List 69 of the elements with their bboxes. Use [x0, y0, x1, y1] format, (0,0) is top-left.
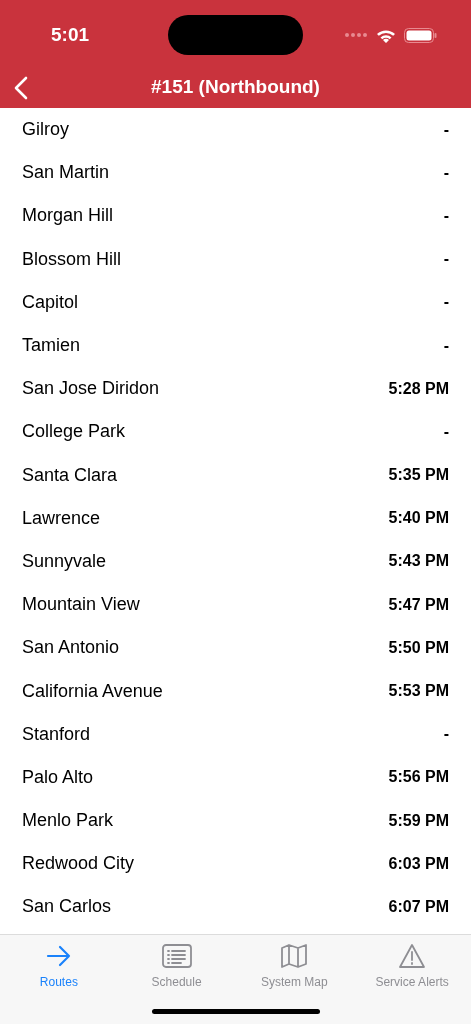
stop-name: Santa Clara	[22, 463, 118, 487]
stop-row[interactable]: Palo Alto 5:56 PM	[0, 755, 471, 799]
stop-name: Blossom Hill	[22, 247, 122, 271]
chevron-left-icon	[14, 76, 28, 100]
stop-time: -	[443, 249, 449, 270]
warning-icon	[398, 943, 427, 969]
stop-time: 5:28 PM	[388, 378, 449, 399]
stop-name: Stanford	[22, 722, 91, 746]
stop-name: San Jose Diridon	[22, 377, 160, 401]
stop-time: 5:47 PM	[388, 594, 449, 615]
stop-row[interactable]: Tamien -	[0, 323, 471, 368]
stop-row[interactable]: Santa Clara 5:35 PM	[0, 453, 471, 497]
stop-time: -	[443, 119, 449, 140]
stop-row[interactable]: Menlo Park 5:59 PM	[0, 799, 471, 843]
stop-name: Capitol	[22, 290, 79, 314]
wifi-icon	[376, 27, 396, 43]
stop-row[interactable]: Sunnyvale 5:43 PM	[0, 539, 471, 584]
stop-name: Redwood City	[22, 852, 135, 876]
status-time: 5:01	[50, 22, 90, 47]
stop-time: 5:35 PM	[388, 465, 449, 486]
back-button[interactable]	[12, 74, 30, 102]
stop-time: 5:40 PM	[388, 508, 449, 529]
stop-row[interactable]: Redwood City 6:03 PM	[0, 842, 471, 886]
battery-icon	[404, 27, 437, 43]
stop-name: Lawrence	[22, 506, 101, 530]
stop-time: 5:43 PM	[388, 551, 449, 572]
stop-name: Menlo Park	[22, 809, 114, 833]
stop-row[interactable]: Lawrence 5:40 PM	[0, 496, 471, 540]
stop-row[interactable]: San Jose Diridon 5:28 PM	[0, 367, 471, 411]
stop-time: 5:50 PM	[388, 637, 449, 658]
stop-time: 5:56 PM	[388, 767, 449, 788]
stop-name: San Carlos	[22, 895, 112, 919]
stop-time: -	[443, 205, 449, 226]
stop-name: Tamien	[22, 334, 81, 358]
stop-time: -	[443, 292, 449, 313]
stop-row[interactable]: San Antonio 5:50 PM	[0, 626, 471, 670]
arrow-icon	[45, 945, 72, 967]
signal-icon	[344, 32, 368, 38]
stop-row[interactable]: California Avenue 5:53 PM	[0, 669, 471, 713]
map-icon	[280, 943, 309, 969]
stop-row[interactable]: San Martin -	[0, 151, 471, 195]
stop-name: Sunnyvale	[22, 549, 107, 573]
stop-name: Morgan Hill	[22, 204, 114, 228]
stop-row[interactable]: Mountain View 5:47 PM	[0, 583, 471, 627]
nav-title: #151 (Northbound)	[151, 74, 320, 99]
stop-row[interactable]: Blossom Hill -	[0, 237, 471, 281]
stop-name: College Park	[22, 420, 126, 444]
stop-time: 5:53 PM	[388, 681, 449, 702]
stop-time: 6:03 PM	[388, 853, 449, 874]
stop-name: San Antonio	[22, 636, 120, 660]
stop-time: 5:59 PM	[388, 810, 449, 831]
list-icon	[161, 944, 192, 968]
stop-name: San Martin	[22, 161, 110, 185]
stop-name: Gilroy	[22, 118, 69, 142]
stop-time: 6:07 PM	[388, 896, 449, 917]
stop-name: Mountain View	[22, 593, 140, 617]
stop-row[interactable]: Morgan Hill -	[0, 194, 471, 238]
stop-row[interactable]: College Park -	[0, 410, 471, 454]
stop-time: -	[443, 335, 449, 356]
stop-row[interactable]: Stanford -	[0, 712, 471, 756]
stop-time: -	[443, 421, 449, 442]
tab-item[interactable]: Routes	[0, 943, 118, 991]
stop-row[interactable]: Gilroy -	[0, 108, 471, 152]
stop-time: -	[443, 724, 449, 745]
stop-name: California Avenue	[22, 679, 163, 703]
stop-row[interactable]: Capitol -	[0, 280, 471, 324]
stop-time: -	[443, 162, 449, 183]
stop-name: Palo Alto	[22, 765, 94, 789]
stop-row[interactable]: San Carlos 6:07 PM	[0, 885, 471, 929]
